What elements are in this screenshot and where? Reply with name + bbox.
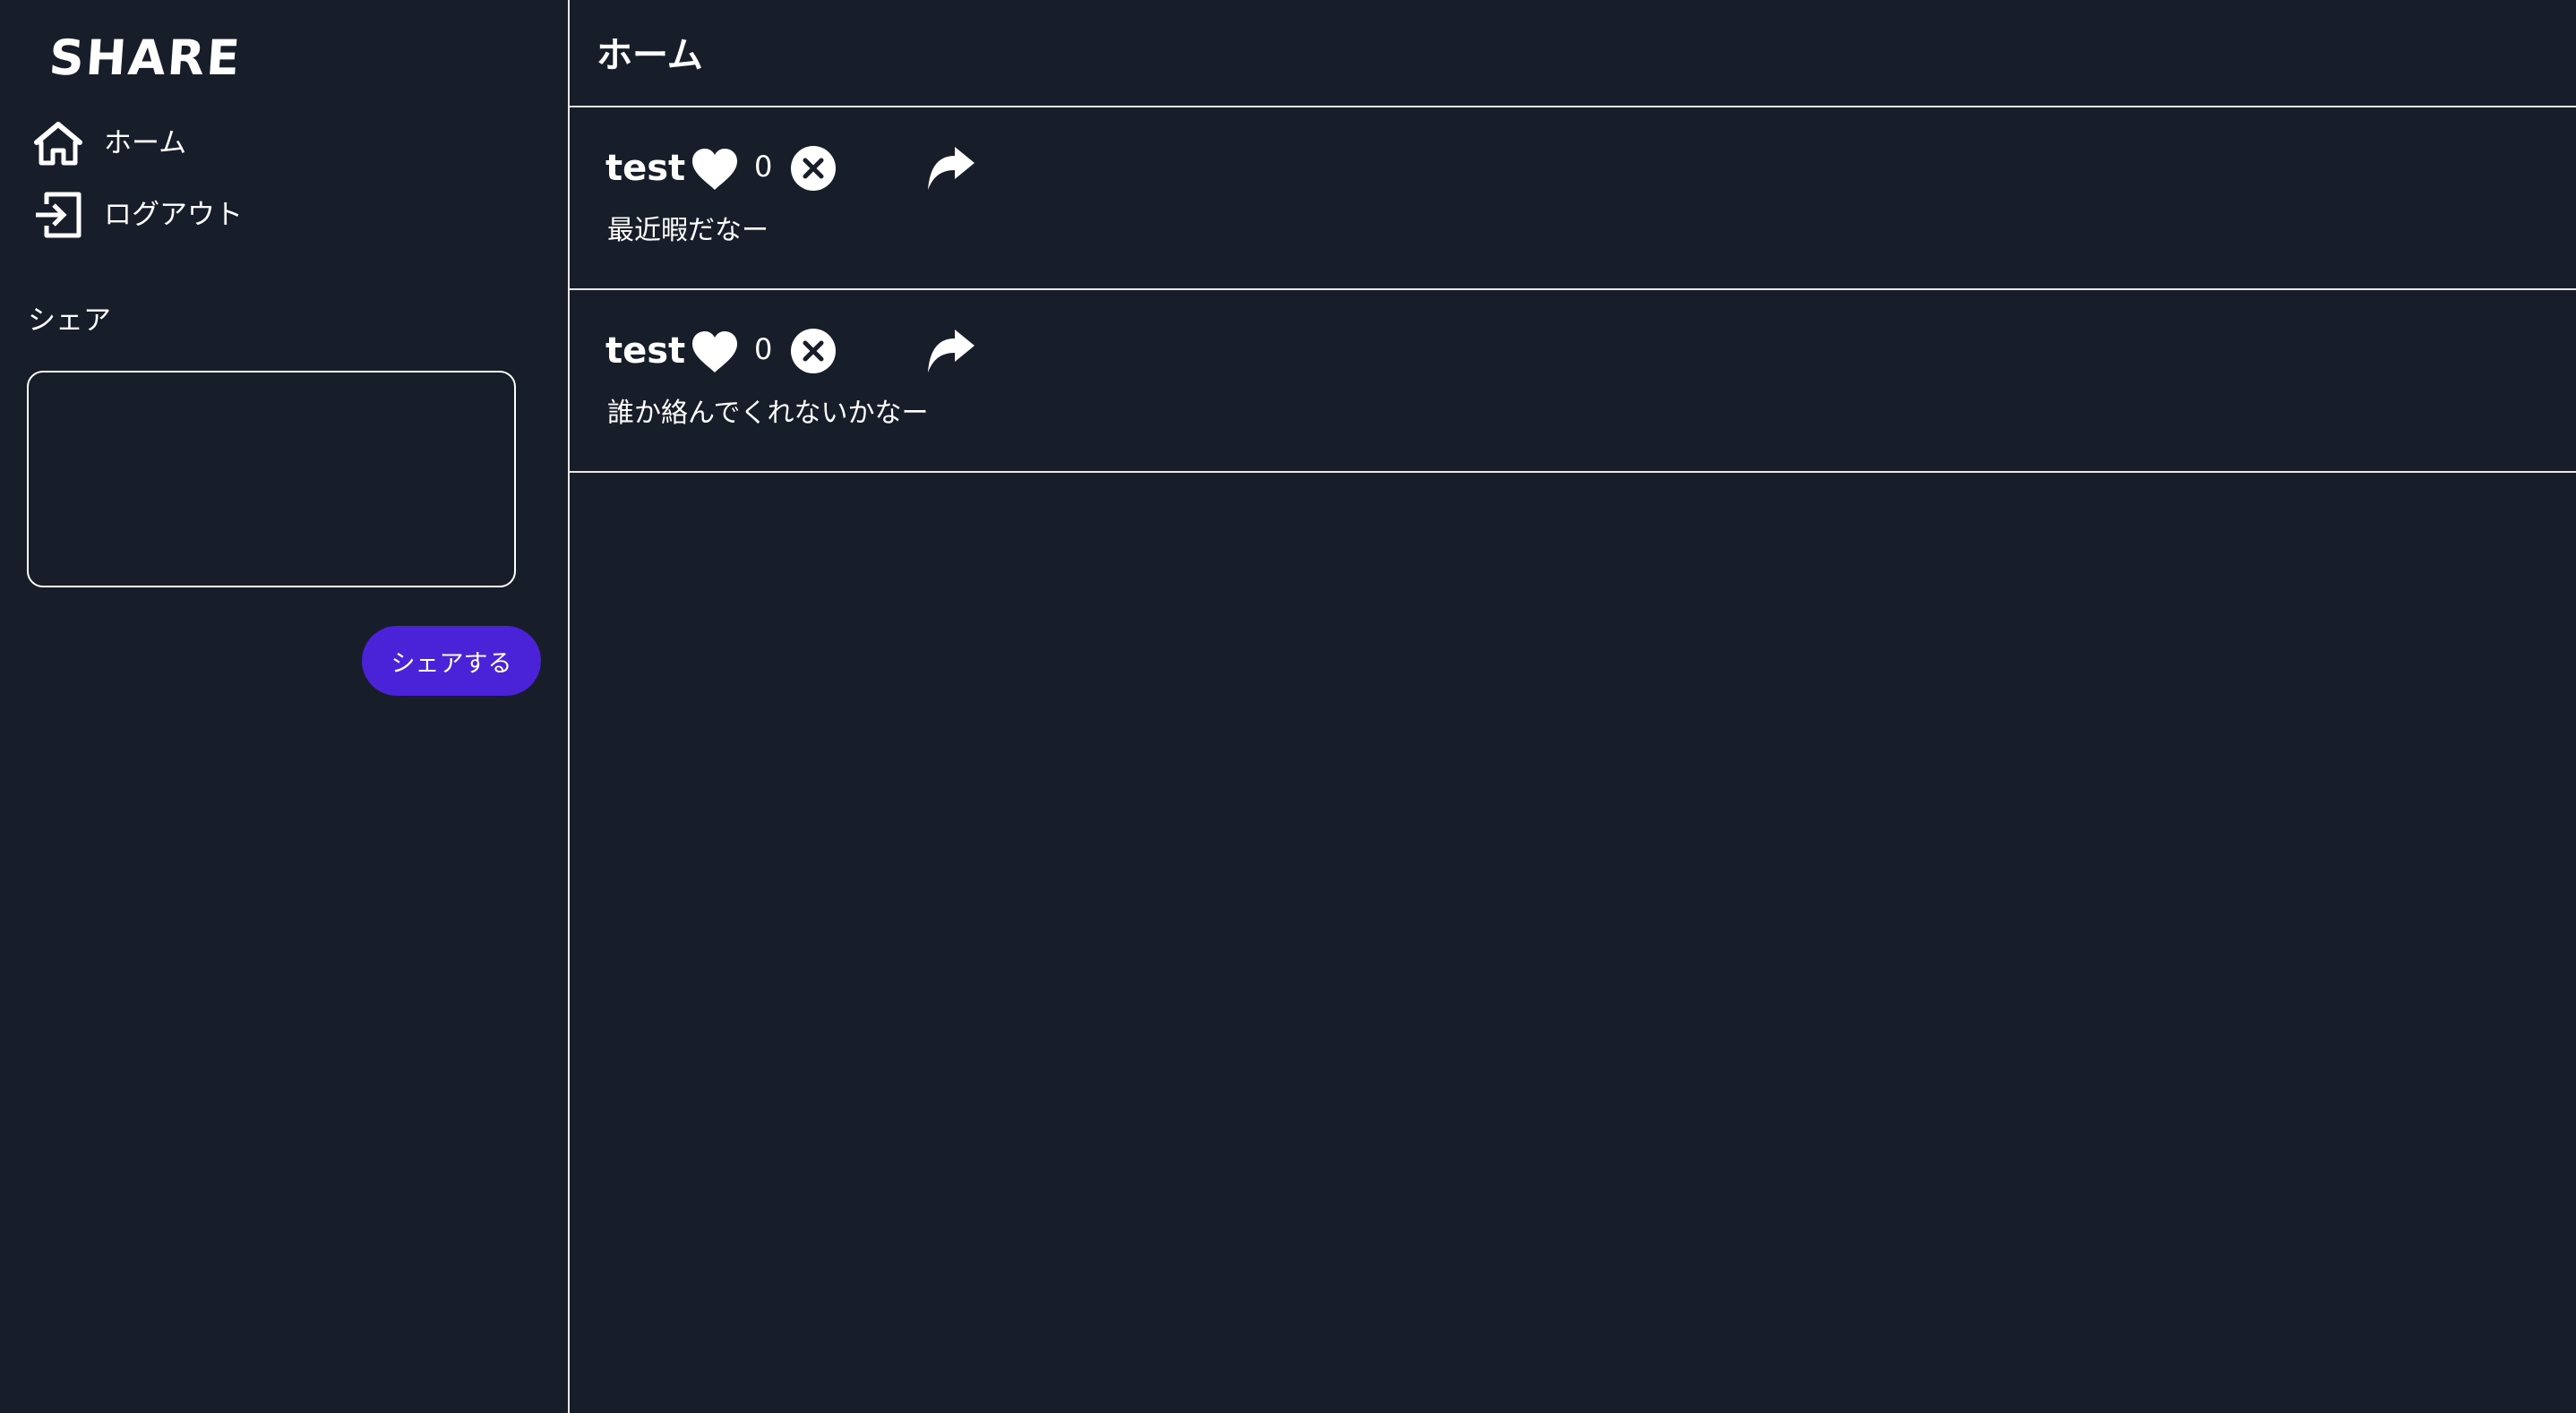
heart-icon[interactable] xyxy=(690,330,740,374)
nav-item-logout-label: ログアウト xyxy=(104,199,243,231)
delete-icon[interactable] xyxy=(790,328,837,374)
share-button[interactable]: シェアする xyxy=(362,626,541,696)
post-item: test 0 最近暇だなー xyxy=(570,107,2576,290)
like-count: 0 xyxy=(754,332,773,366)
share-input[interactable] xyxy=(27,371,516,587)
page-header: ホーム xyxy=(570,0,2576,107)
like-count: 0 xyxy=(754,150,773,184)
home-icon xyxy=(34,119,82,167)
app-logo[interactable]: SHARE xyxy=(47,27,244,90)
share-section-title: シェア xyxy=(28,304,111,337)
app-root: SHARE ホーム ログアウト シェア シェアする ホーム test 0 最近暇… xyxy=(0,0,2576,1413)
post-text: 最近暇だなー xyxy=(607,215,769,246)
post-item: test 0 誰か絡んでくれないかなー xyxy=(570,290,2576,473)
nav-item-logout[interactable]: ログアウト xyxy=(34,186,243,244)
logout-icon xyxy=(34,191,82,239)
share-arrow-icon[interactable] xyxy=(926,328,976,374)
post-username: test xyxy=(605,330,686,372)
page-title: ホーム xyxy=(597,35,703,76)
post-username: test xyxy=(605,148,686,189)
nav-item-home-label: ホーム xyxy=(104,127,187,159)
sidebar: SHARE ホーム ログアウト シェア シェアする xyxy=(0,0,568,1413)
delete-icon[interactable] xyxy=(790,145,837,192)
main-content: ホーム test 0 最近暇だなー test 0 誰か絡んでくれないかなー xyxy=(568,0,2576,1413)
nav-item-home[interactable]: ホーム xyxy=(34,115,186,172)
share-arrow-icon[interactable] xyxy=(926,145,976,192)
heart-icon[interactable] xyxy=(690,147,740,192)
post-text: 誰か絡んでくれないかなー xyxy=(607,398,929,429)
